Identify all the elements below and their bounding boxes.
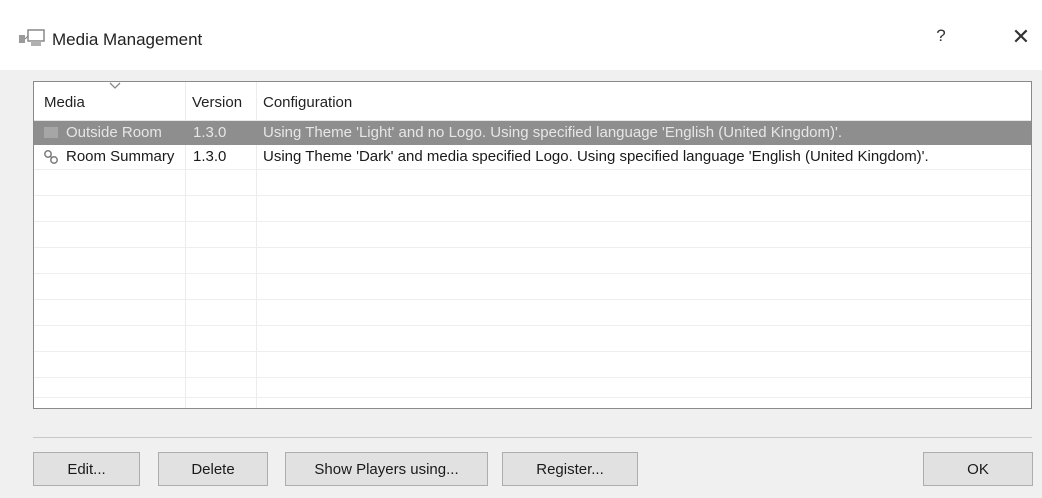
title-bar: Media Management ? ✕	[0, 0, 1042, 70]
register-button[interactable]: Register...	[502, 452, 638, 486]
edit-button[interactable]: Edit...	[33, 452, 140, 486]
list-row-outside-room[interactable]: Outside Room 1.3.0 Using Theme 'Light' a…	[34, 121, 1031, 145]
media-version: 1.3.0	[193, 148, 227, 165]
grid-line	[34, 299, 1031, 300]
media-configuration: Using Theme 'Dark' and media specified L…	[263, 148, 929, 165]
media-list[interactable]: Media Version Configuration Outside Room…	[33, 81, 1032, 409]
list-row-room-summary[interactable]: Room Summary 1.3.0 Using Theme 'Dark' an…	[34, 145, 1031, 169]
grid-line	[34, 169, 1031, 170]
grid-line	[34, 351, 1031, 352]
media-name: Outside Room	[66, 124, 162, 141]
window-title: Media Management	[52, 30, 203, 49]
column-header-version[interactable]: Version	[192, 94, 242, 111]
grid-line	[34, 195, 1031, 196]
media-item-icon	[44, 127, 58, 138]
ok-button[interactable]: OK	[923, 452, 1033, 486]
grid-line	[34, 377, 1031, 378]
grid-line	[34, 247, 1031, 248]
help-button[interactable]: ?	[930, 26, 952, 50]
media-management-icon	[19, 29, 45, 46]
close-button[interactable]: ✕	[1008, 24, 1034, 50]
column-header-media[interactable]: Media	[44, 94, 85, 111]
delete-button[interactable]: Delete	[158, 452, 268, 486]
grid-line	[34, 273, 1031, 274]
linked-media-icon	[44, 150, 58, 164]
column-header-configuration[interactable]: Configuration	[263, 94, 352, 111]
media-version: 1.3.0	[193, 124, 227, 141]
grid-line	[34, 325, 1031, 326]
grid-line	[34, 397, 1031, 398]
grid-line	[34, 221, 1031, 222]
sort-indicator-icon	[109, 82, 121, 89]
button-separator	[33, 437, 1032, 438]
list-header: Media Version Configuration	[34, 82, 1031, 121]
media-name: Room Summary	[66, 148, 175, 165]
close-icon: ✕	[1011, 24, 1031, 49]
media-configuration: Using Theme 'Light' and no Logo. Using s…	[263, 124, 843, 141]
show-players-button[interactable]: Show Players using...	[285, 452, 488, 486]
